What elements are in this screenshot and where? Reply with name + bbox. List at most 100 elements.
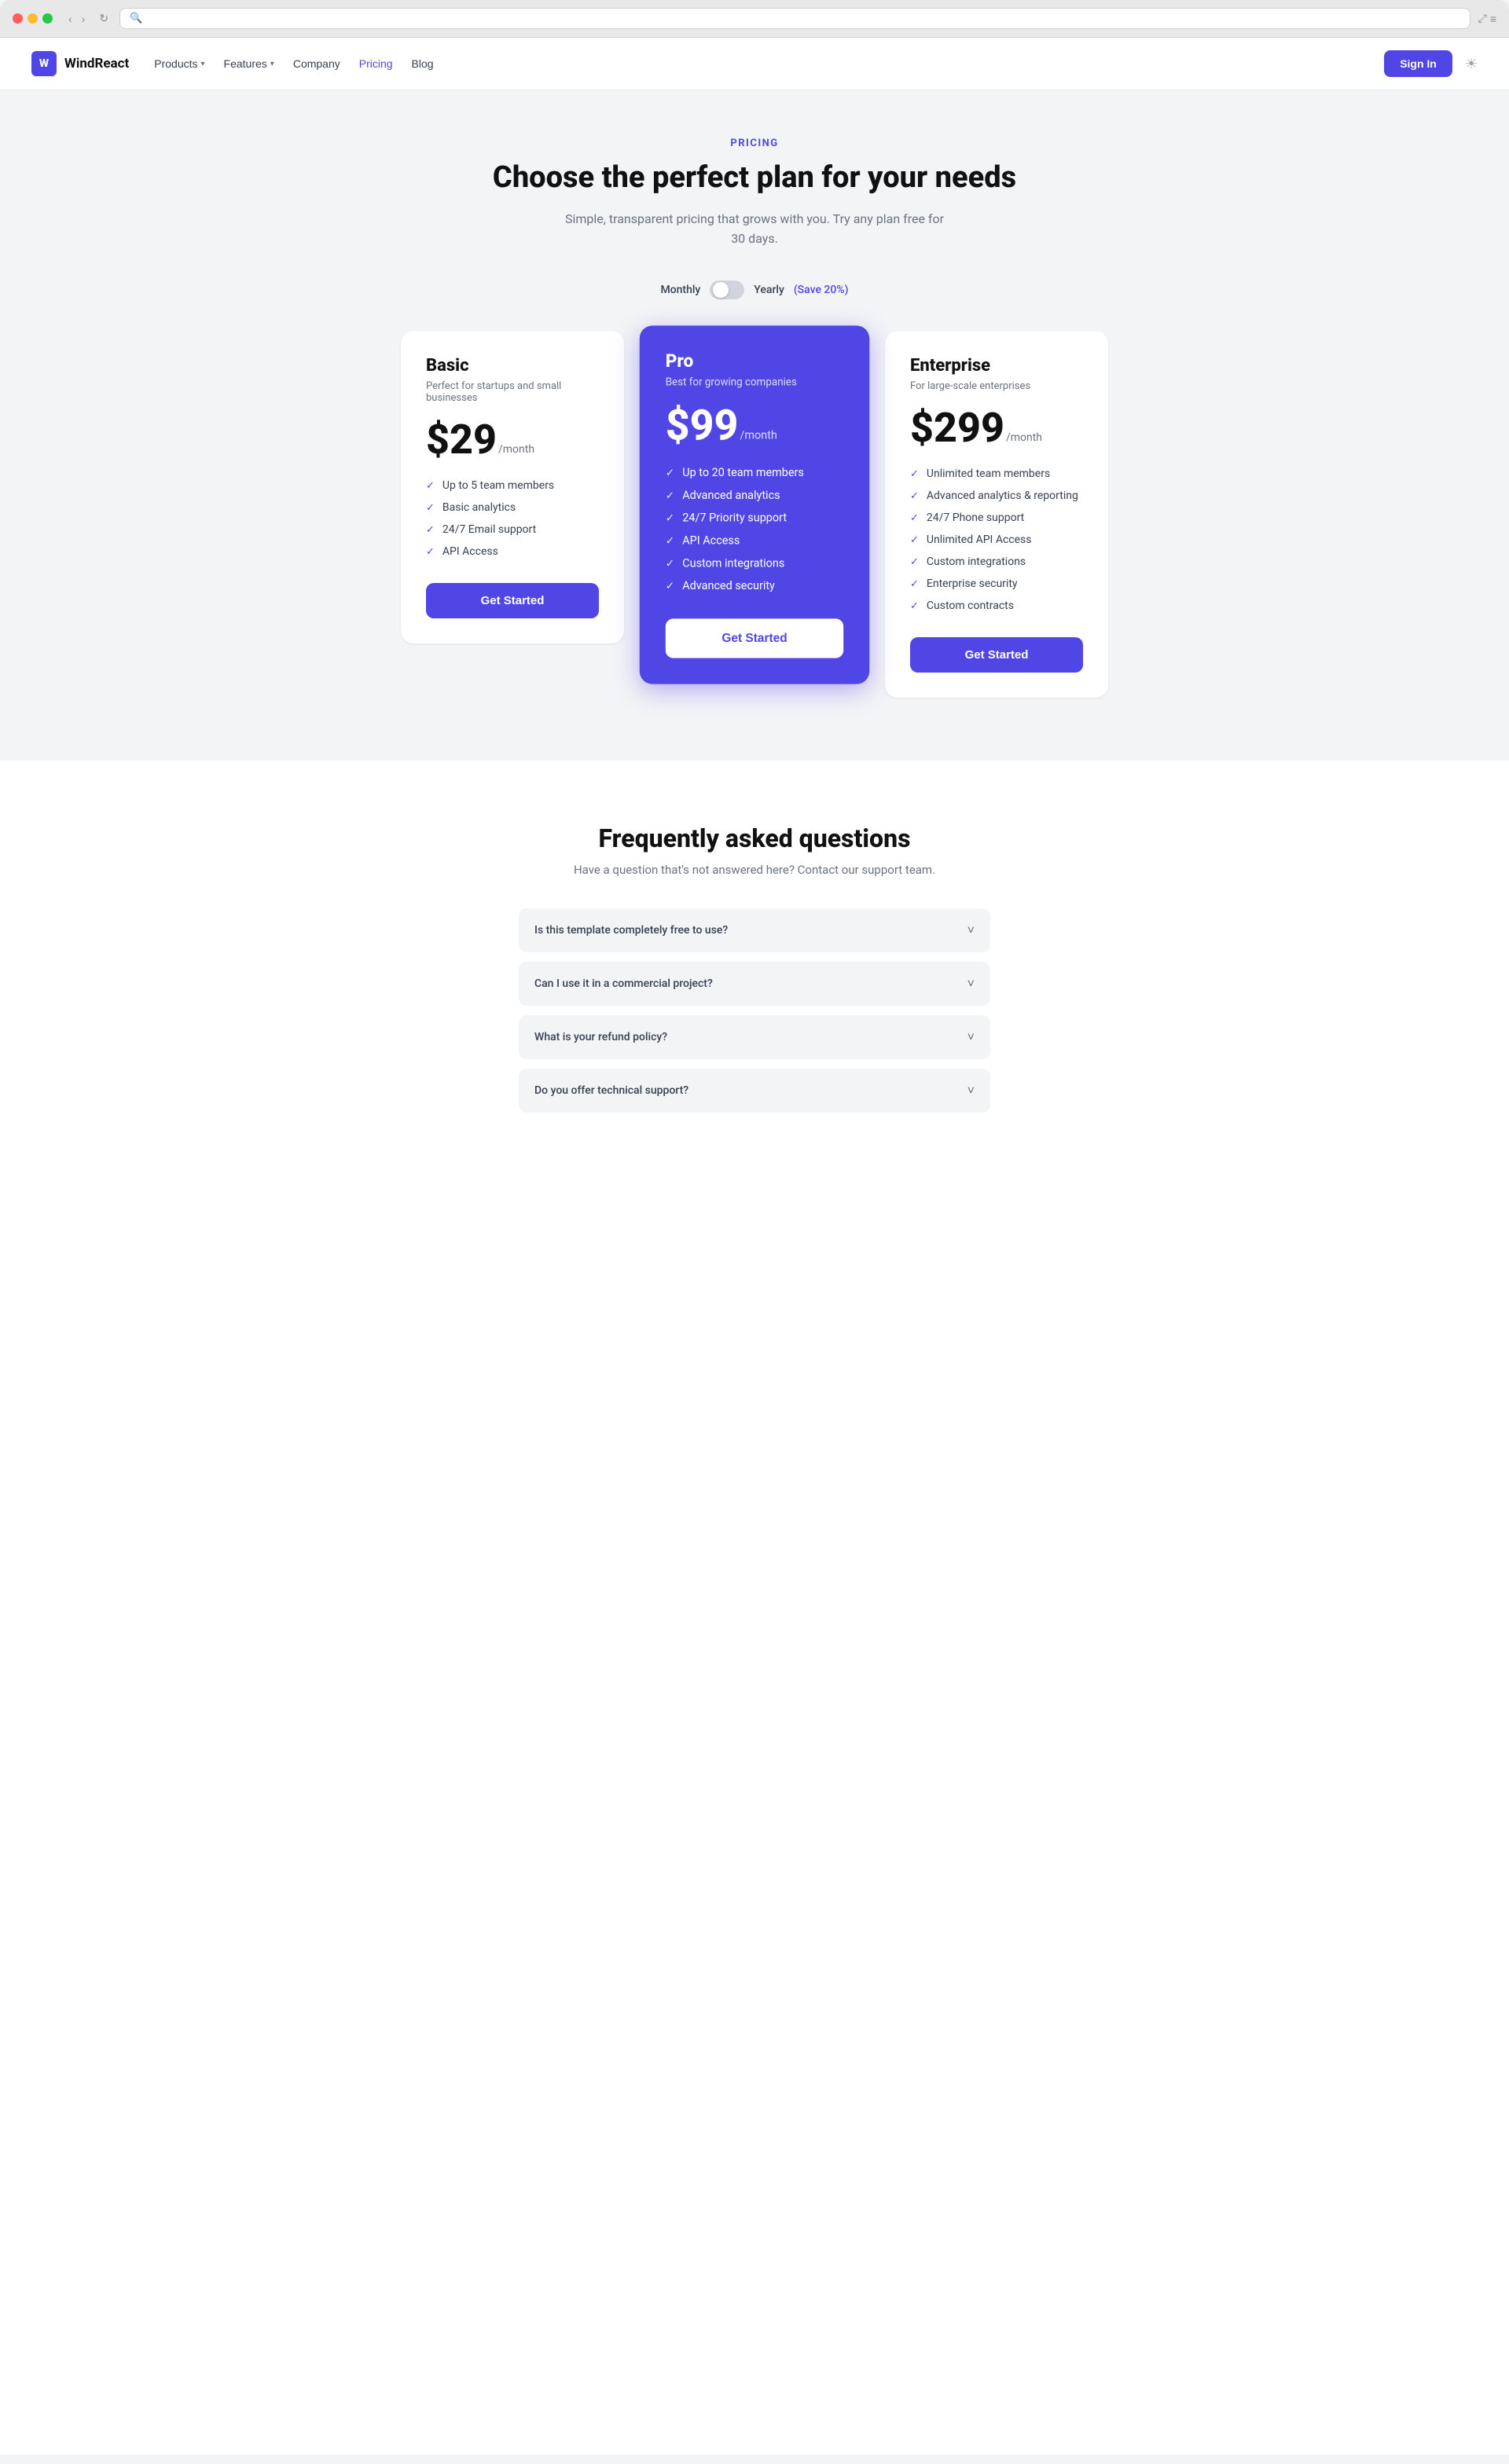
check-icon: ✓ bbox=[666, 535, 674, 547]
feature-item: ✓ Advanced security bbox=[666, 580, 844, 592]
browser-chrome: ‹ › ↻ 🔍 ⤢ ≡ bbox=[0, 0, 1509, 38]
feature-item: ✓ Custom contracts bbox=[910, 600, 1083, 612]
plan-name: Basic bbox=[426, 356, 599, 376]
yearly-label: Yearly bbox=[754, 284, 784, 296]
chevron-down-icon: ▾ bbox=[201, 60, 205, 68]
maximize-dot[interactable] bbox=[42, 13, 53, 24]
enterprise-cta-button[interactable]: Get Started bbox=[910, 637, 1083, 673]
price-amount: $99 bbox=[666, 405, 739, 447]
minimize-dot[interactable] bbox=[28, 13, 38, 24]
nav-right: Sign In ☀ bbox=[1384, 50, 1478, 77]
pricing-cards: Basic Perfect for startups and small bus… bbox=[401, 331, 1108, 698]
faq-item-3[interactable]: What is your refund policy? ˅ bbox=[519, 1015, 990, 1059]
features-list: ✓ Up to 5 team members ✓ Basic analytics… bbox=[426, 479, 599, 558]
menu-button[interactable]: ≡ bbox=[1490, 12, 1496, 25]
chevron-down-icon: ˅ bbox=[967, 976, 975, 992]
close-dot[interactable] bbox=[13, 13, 23, 24]
nav-blog[interactable]: Blog bbox=[412, 57, 434, 70]
check-icon: ✓ bbox=[666, 581, 674, 592]
check-icon: ✓ bbox=[910, 490, 919, 502]
nav-pricing[interactable]: Pricing bbox=[359, 57, 393, 70]
plan-pro: Pro Best for growing companies $99 /mont… bbox=[640, 325, 870, 684]
feature-item: ✓ Up to 20 team members bbox=[666, 466, 844, 478]
logo-letter: W bbox=[39, 57, 49, 70]
faq-title: Frequently asked questions bbox=[31, 823, 1478, 853]
features-list: ✓ Unlimited team members ✓ Advanced anal… bbox=[910, 468, 1083, 612]
check-icon: ✓ bbox=[910, 600, 919, 612]
feature-item: ✓ Unlimited API Access bbox=[910, 534, 1083, 546]
check-icon: ✓ bbox=[426, 524, 435, 536]
hero-subtitle: Simple, transparent pricing that grows w… bbox=[558, 209, 951, 249]
basic-cta-button[interactable]: Get Started bbox=[426, 583, 599, 618]
plan-desc: For large-scale enterprises bbox=[910, 380, 1083, 392]
price-period: /month bbox=[1006, 431, 1042, 444]
chevron-down-icon: ˅ bbox=[967, 922, 975, 938]
pro-cta-button[interactable]: Get Started bbox=[666, 618, 844, 658]
price-amount: $299 bbox=[910, 408, 1004, 449]
traffic-lights bbox=[13, 13, 53, 24]
chevron-down-icon: ˅ bbox=[967, 1029, 975, 1045]
check-icon: ✓ bbox=[666, 558, 674, 570]
feature-item: ✓ Up to 5 team members bbox=[426, 479, 599, 492]
feature-item: ✓ Unlimited team members bbox=[910, 468, 1083, 480]
feature-item: ✓ Enterprise security bbox=[910, 578, 1083, 590]
hero-section: PRICING Choose the perfect plan for your… bbox=[31, 138, 1478, 249]
check-icon: ✓ bbox=[426, 480, 435, 492]
feature-item: ✓ Basic analytics bbox=[426, 501, 599, 514]
feature-item: ✓ Custom integrations bbox=[910, 556, 1083, 568]
chevron-down-icon: ▾ bbox=[270, 60, 274, 68]
feature-item: ✓ Custom integrations bbox=[666, 557, 844, 570]
faq-subtitle: Have a question that's not answered here… bbox=[31, 863, 1478, 877]
plan-desc: Best for growing companies bbox=[666, 376, 844, 388]
forward-button[interactable]: › bbox=[79, 11, 89, 27]
plan-desc: Perfect for startups and small businesse… bbox=[426, 380, 599, 404]
check-icon: ✓ bbox=[426, 502, 435, 514]
feature-item: ✓ Advanced analytics bbox=[666, 489, 844, 501]
refresh-button[interactable]: ↻ bbox=[96, 10, 112, 27]
sun-icon: ☀ bbox=[1465, 56, 1478, 72]
theme-toggle-button[interactable]: ☀ bbox=[1465, 56, 1478, 72]
logo-box: W bbox=[31, 51, 57, 76]
window-controls: ⤢ ≡ bbox=[1478, 12, 1496, 25]
check-icon: ✓ bbox=[910, 578, 919, 590]
expand-button[interactable]: ⤢ bbox=[1478, 12, 1487, 25]
check-icon: ✓ bbox=[426, 546, 435, 558]
nav-products[interactable]: Products ▾ bbox=[154, 57, 204, 70]
check-icon: ✓ bbox=[666, 512, 674, 524]
feature-item: ✓ 24/7 Email support bbox=[426, 523, 599, 536]
hero-title: Choose the perfect plan for your needs bbox=[31, 160, 1478, 196]
check-icon: ✓ bbox=[910, 534, 919, 546]
logo-area[interactable]: W WindReact bbox=[31, 51, 129, 76]
price-amount: $29 bbox=[426, 420, 497, 460]
price-period: /month bbox=[498, 443, 534, 456]
feature-item: ✓ Advanced analytics & reporting bbox=[910, 490, 1083, 502]
feature-item: ✓ API Access bbox=[426, 545, 599, 558]
check-icon: ✓ bbox=[666, 467, 674, 478]
sign-in-button[interactable]: Sign In bbox=[1384, 50, 1452, 77]
faq-question: What is your refund policy? bbox=[534, 1031, 667, 1043]
back-button[interactable]: ‹ bbox=[65, 11, 75, 27]
check-icon: ✓ bbox=[666, 490, 674, 501]
faq-item-1[interactable]: Is this template completely free to use?… bbox=[519, 908, 990, 952]
faq-section: Frequently asked questions Have a questi… bbox=[0, 761, 1509, 1160]
search-icon: 🔍 bbox=[130, 13, 142, 24]
logo-name: WindReact bbox=[64, 56, 129, 72]
address-bar[interactable]: 🔍 bbox=[119, 8, 1470, 29]
nav-features[interactable]: Features ▾ bbox=[224, 57, 274, 70]
save-badge: (Save 20%) bbox=[794, 284, 849, 296]
faq-question: Can I use it in a commercial project? bbox=[534, 977, 713, 990]
features-list: ✓ Up to 20 team members ✓ Advanced analy… bbox=[666, 466, 844, 592]
plan-name: Pro bbox=[666, 351, 844, 372]
faq-question: Do you offer technical support? bbox=[534, 1084, 688, 1097]
check-icon: ✓ bbox=[910, 468, 919, 480]
faq-item-2[interactable]: Can I use it in a commercial project? ˅ bbox=[519, 962, 990, 1006]
feature-item: ✓ 24/7 Phone support bbox=[910, 512, 1083, 524]
toggle-thumb bbox=[713, 282, 729, 298]
plan-basic: Basic Perfect for startups and small bus… bbox=[401, 331, 624, 644]
billing-toggle: Monthly Yearly (Save 20%) bbox=[31, 280, 1478, 299]
billing-switch[interactable] bbox=[710, 280, 744, 299]
chevron-down-icon: ˅ bbox=[967, 1083, 975, 1098]
nav-company[interactable]: Company bbox=[293, 57, 340, 70]
faq-item-4[interactable]: Do you offer technical support? ˅ bbox=[519, 1069, 990, 1113]
check-icon: ✓ bbox=[910, 556, 919, 568]
